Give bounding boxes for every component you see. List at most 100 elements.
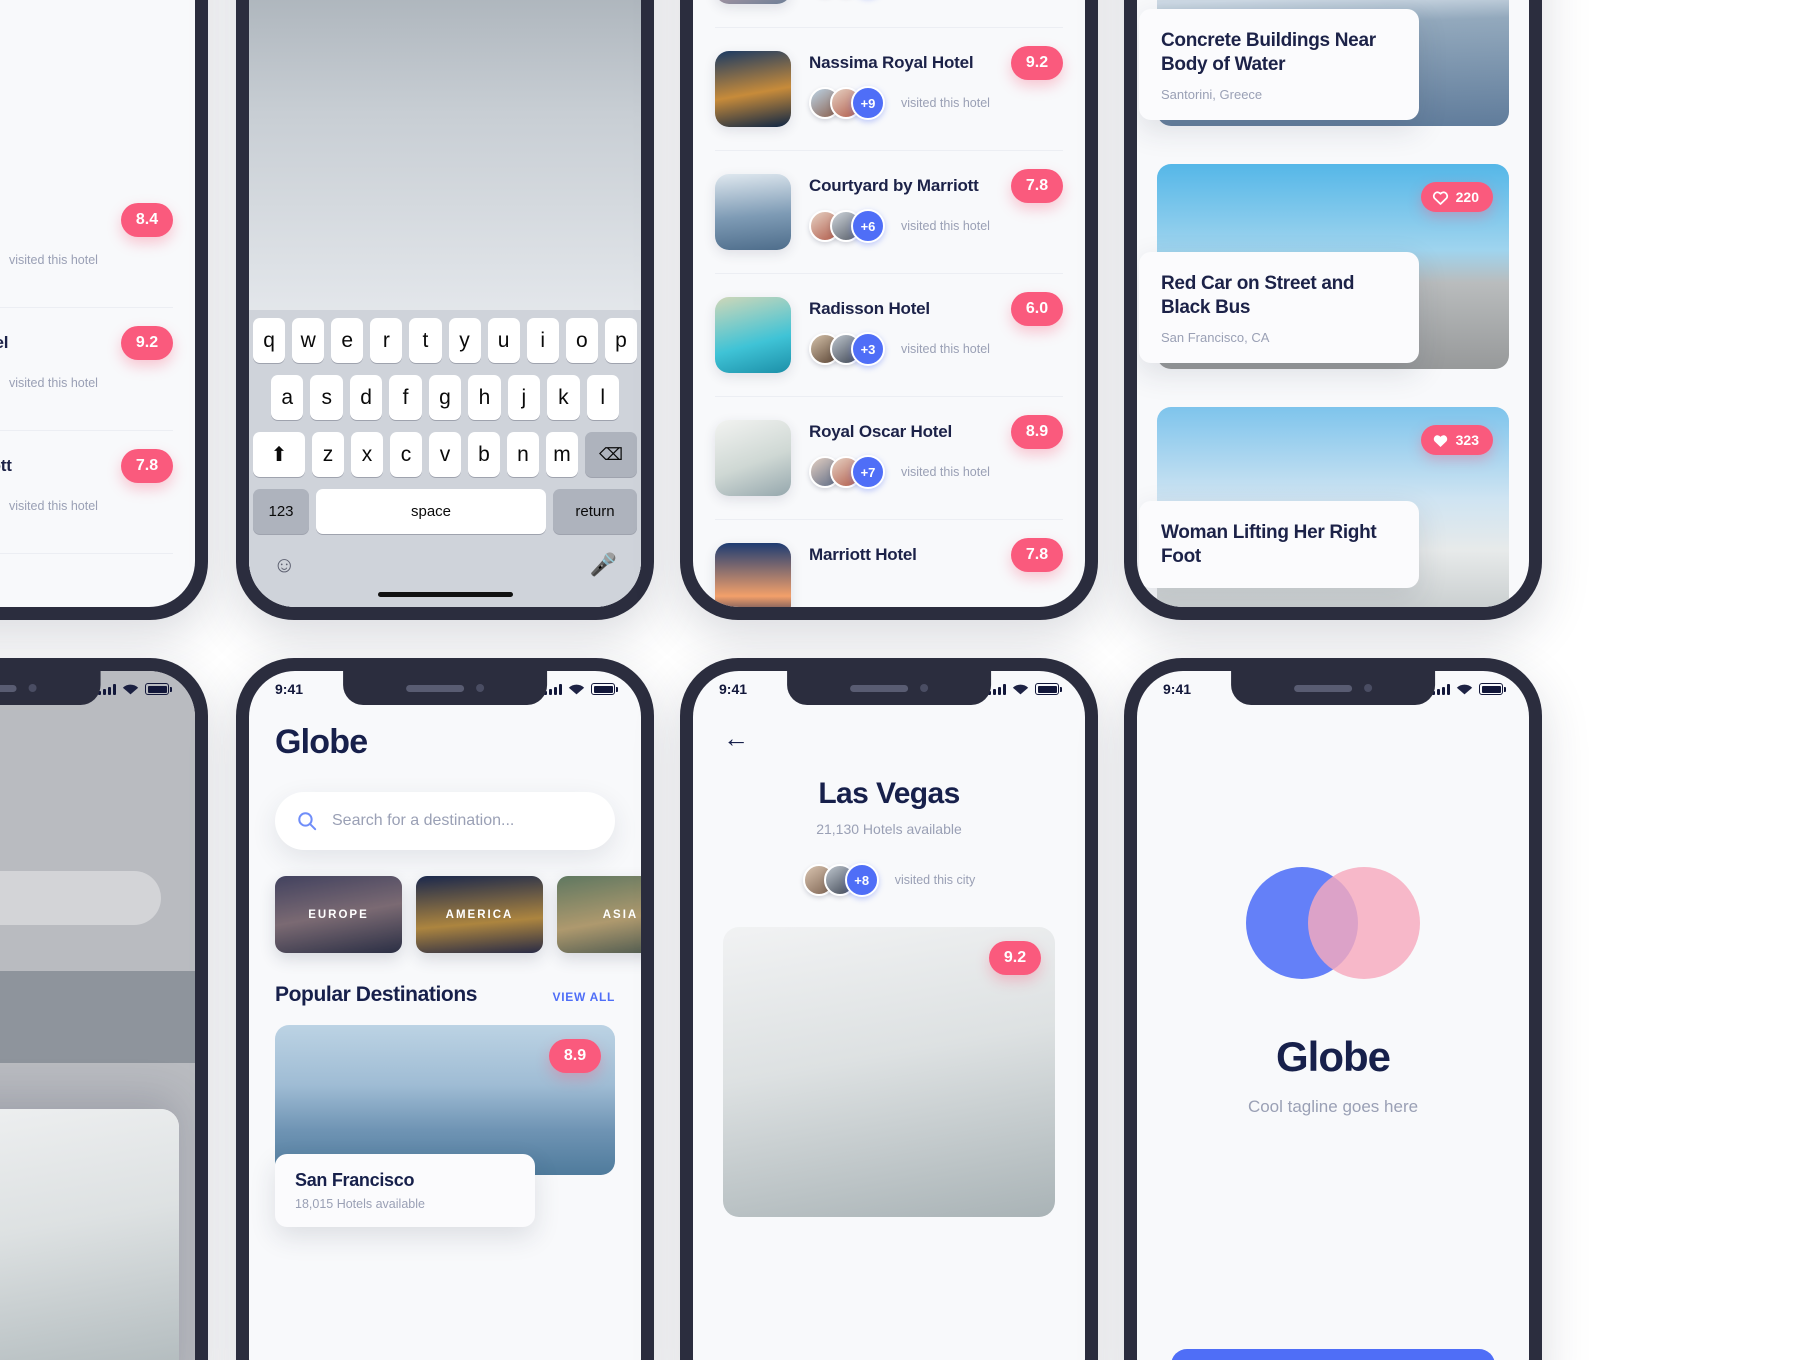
key-k[interactable]: k [547,375,580,420]
wifi-icon [568,684,585,694]
key-o[interactable]: o [565,318,598,363]
avatar-group: +9 [809,86,885,120]
key-f[interactable]: f [389,375,422,420]
like-badge[interactable]: 220 [1420,182,1493,212]
list-item[interactable]: 220 Red Car on Street and Black Bus San … [1139,164,1509,369]
venn-circles-logo-icon [1246,867,1420,979]
space-key[interactable]: space [316,489,546,534]
status-badge: 9.2 [989,941,1041,975]
key-a[interactable]: a [271,375,304,420]
back-arrow-icon[interactable]: ← [723,725,1055,751]
notch [787,671,991,705]
wifi-icon [122,684,139,694]
category-card-america[interactable]: AMERICA [416,876,543,953]
screen-home: 9:41 Globe Search for a destination... E… [249,671,641,1360]
destination-sub: 18,015 Hotels available [295,1197,425,1211]
shift-arrow-icon[interactable]: ⬆ [253,432,305,477]
hotel-thumbnail [715,297,791,373]
table-row[interactable]: Radisson Hotel +3 visited this hotel 6.0 [715,274,1063,397]
avatar-overflow-count: +3 [851,332,885,366]
key-r[interactable]: r [370,318,403,363]
backspace-icon[interactable]: ⌫ [585,432,637,477]
destination-caption: San Francisco 18,015 Hotels available [275,1154,535,1227]
phone-home: 9:41 Globe Search for a destination... E… [236,658,654,1360]
key-x[interactable]: x [351,432,383,477]
category-card[interactable] [0,971,195,1063]
home-indicator [377,592,513,597]
hotels-available-label: 21,130 Hotels available [816,821,962,837]
emoji-smiley-icon[interactable]: ☺ [273,552,295,578]
key-e[interactable]: e [331,318,364,363]
table-row[interactable]: Courtyard by Marriott +6 visited this ho… [715,151,1063,274]
key-c[interactable]: c [390,432,422,477]
onscreen-keyboard[interactable]: q w e r t y u i o p a s d f g h j k l ⬆ … [249,310,641,607]
key-b[interactable]: b [468,432,500,477]
key-n[interactable]: n [507,432,539,477]
screen-splash: 9:41 Globe Cool tagline goes here Get St… [1137,671,1529,1360]
return-key[interactable]: return [553,489,637,534]
photo-title: Concrete Buildings Near Body of Water [1161,30,1376,76]
key-m[interactable]: m [546,432,578,477]
table-row[interactable]: Royal Hotel 9 visited this hotel 9.2 [0,308,173,431]
microphone-icon[interactable]: 🎤 [590,552,617,578]
key-s[interactable]: s [310,375,343,420]
key-i[interactable]: i [526,318,559,363]
search-input[interactable]: ination... [0,871,161,925]
screen-city-detail: 9:41 ← Las Vegas 21,130 Hotels available [693,671,1085,1360]
page-title: Las Vegas [818,777,960,810]
key-l[interactable]: l [586,375,619,420]
key-j[interactable]: j [507,375,541,420]
like-badge[interactable]: 323 [1420,425,1493,455]
table-row[interactable]: Nassima Royal Hotel +9 visited this hote… [715,28,1063,151]
photo-location: San Francisco, CA [1161,329,1270,345]
search-input[interactable]: Search for a destination... [275,792,615,850]
key-q[interactable]: q [253,318,286,363]
visited-label: visited this hotel [901,465,990,479]
list-item[interactable]: 323 Woman Lifting Her Right Foot [1139,407,1509,607]
speaker-icon [1293,684,1352,692]
key-y[interactable]: y [448,318,481,363]
category-label: ASIA [602,908,639,921]
camera-icon [919,684,928,692]
table-row[interactable]: l by Marriott 6 visited this hotel 7.8 [0,431,173,554]
avatar-overflow-count: +7 [851,455,885,489]
visited-label: visited this hotel [9,253,98,267]
category-strip[interactable]: EUROPE AMERICA ASIA [275,876,641,953]
detail-sheet: 9.2 [0,1109,179,1360]
battery-icon [145,683,172,695]
key-u[interactable]: u [487,318,520,363]
key-v[interactable]: v [429,432,461,477]
view-all-link[interactable]: VIEW ALL [553,990,615,1004]
key-p[interactable]: p [604,318,637,363]
key-g[interactable]: g [428,375,462,420]
get-started-button[interactable]: Get Started [1171,1349,1495,1360]
status-time: 9:41 [719,681,748,697]
speaker-icon [405,684,464,692]
key-d[interactable]: d [349,375,383,420]
camera-icon [29,684,37,692]
city-photo-card[interactable]: 9.2 [723,927,1055,1217]
hotel-thumbnail [715,543,791,607]
status-badge: 7.8 [1011,538,1063,572]
quote-fragment-2: ations" [0,59,173,77]
home-content: Globe Search for a destination... EUROPE… [249,671,641,1227]
status-time: 9:41 [275,681,304,697]
table-row[interactable]: Blu Hotel 5 visited this hotel 8.4 [0,185,173,308]
key-t[interactable]: t [409,318,442,363]
search-icon [298,812,317,831]
table-row[interactable]: Royal Oscar Hotel +7 visited this hotel … [715,397,1063,520]
category-card-asia[interactable]: ASIA [557,876,641,953]
phone-hotel-list: Radisson Blu Hotel +5 visited this hotel… [680,0,1098,620]
table-row[interactable]: Radisson Blu Hotel +5 visited this hotel… [715,0,1063,28]
key-w[interactable]: w [292,318,325,363]
photo-title: Red Car on Street and Black Bus [1161,273,1355,319]
category-card-europe[interactable]: EUROPE [275,876,402,953]
key-h[interactable]: h [468,375,501,420]
list-item[interactable]: 206 Concrete Buildings Near Body of Wate… [1139,0,1509,126]
destination-card[interactable]: 8.9 San Francisco 18,015 Hotels availabl… [275,1025,615,1227]
numbers-key[interactable]: 123 [253,489,309,534]
key-z[interactable]: z [312,432,344,477]
hotel-list-partial: Blu Hotel 5 visited this hotel 8.4 [0,185,195,554]
status-badge: 9.2 [1011,46,1063,80]
table-row[interactable]: Marriott Hotel 7.8 [715,520,1063,607]
